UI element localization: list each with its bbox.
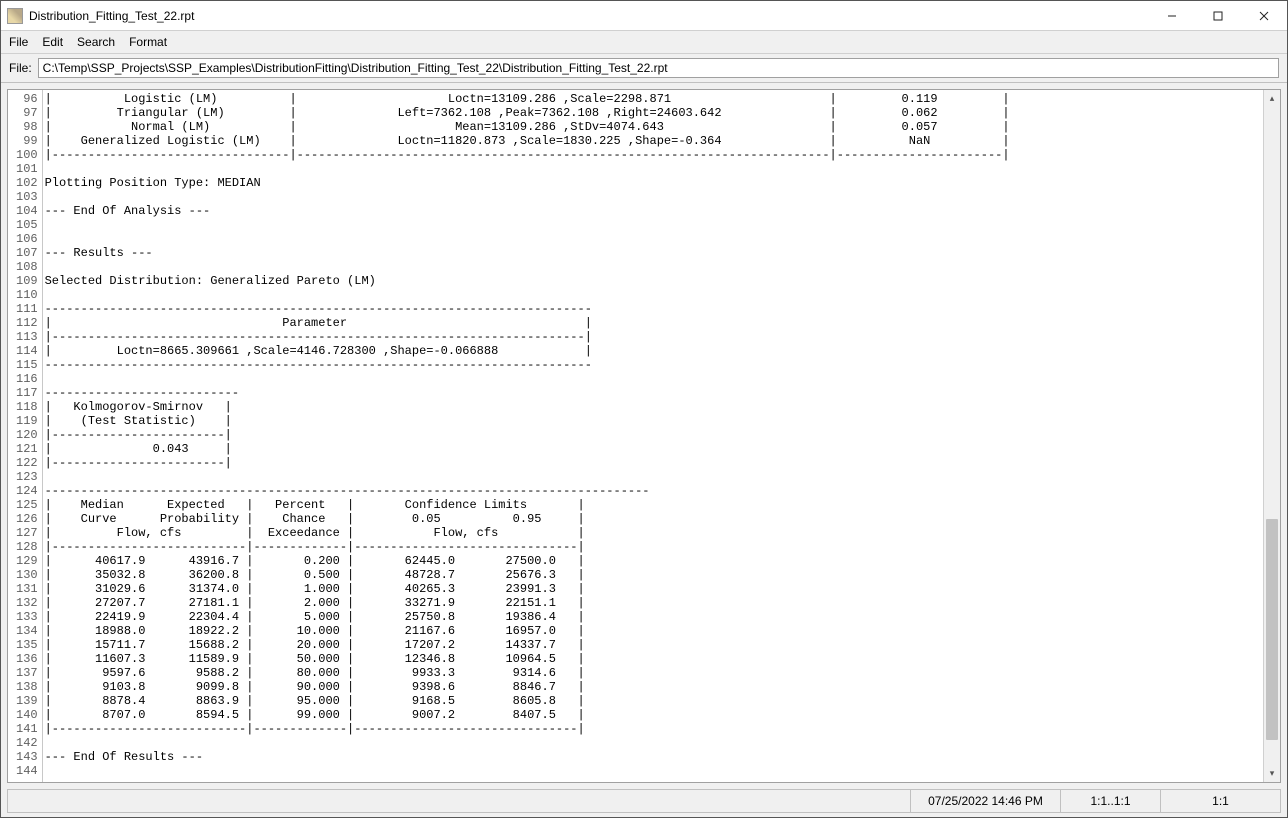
menu-edit[interactable]: Edit (42, 35, 63, 49)
menubar: File Edit Search Format (1, 31, 1287, 54)
window-controls (1149, 1, 1287, 30)
maximize-button[interactable] (1195, 1, 1241, 30)
scroll-thumb[interactable] (1266, 519, 1278, 740)
status-zoom: 1:1 (1160, 790, 1280, 812)
scroll-up-button[interactable]: ▴ (1264, 90, 1280, 107)
app-window: Distribution_Fitting_Test_22.rpt File Ed… (0, 0, 1288, 818)
text-content[interactable]: | Logistic (LM) | Loctn=13109.286 ,Scale… (43, 90, 1263, 782)
status-datetime: 07/25/2022 14:46 PM (910, 790, 1060, 812)
editor-area: 96 97 98 99 100 101 102 103 104 105 106 … (7, 89, 1281, 783)
scroll-down-button[interactable]: ▾ (1264, 765, 1280, 782)
status-selection: 1:1..1:1 (1060, 790, 1160, 812)
file-path-bar: File: (1, 54, 1287, 83)
close-button[interactable] (1241, 1, 1287, 30)
menu-file[interactable]: File (9, 35, 28, 49)
statusbar: 07/25/2022 14:46 PM 1:1..1:1 1:1 (7, 789, 1281, 813)
minimize-button[interactable] (1149, 1, 1195, 30)
menu-search[interactable]: Search (77, 35, 115, 49)
status-spacer (8, 790, 910, 812)
app-icon (7, 8, 23, 24)
line-number-gutter: 96 97 98 99 100 101 102 103 104 105 106 … (8, 90, 43, 782)
titlebar: Distribution_Fitting_Test_22.rpt (1, 1, 1287, 31)
menu-format[interactable]: Format (129, 35, 167, 49)
file-path-input[interactable] (38, 58, 1279, 78)
window-title: Distribution_Fitting_Test_22.rpt (29, 9, 1149, 23)
file-path-label: File: (9, 61, 32, 75)
vertical-scrollbar[interactable]: ▴ ▾ (1263, 90, 1280, 782)
